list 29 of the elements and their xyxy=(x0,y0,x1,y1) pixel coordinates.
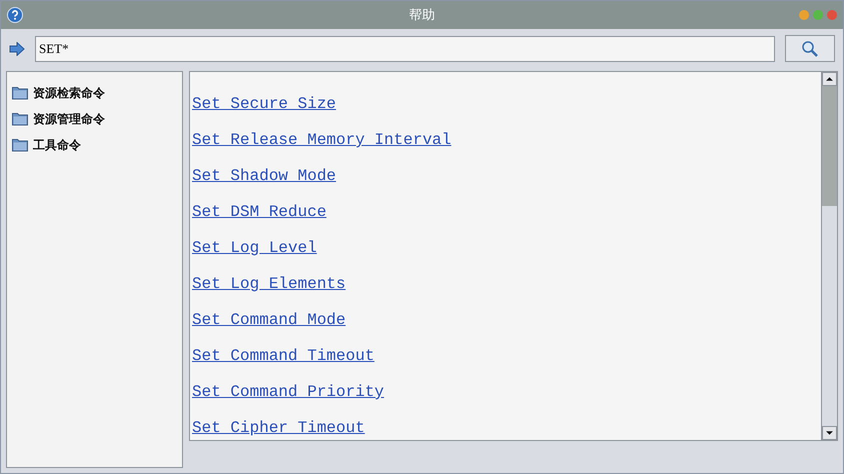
command-link[interactable]: Set Secure Size xyxy=(192,92,336,116)
folder-icon xyxy=(12,112,28,126)
command-link[interactable]: Set Log Elements xyxy=(192,272,346,296)
tree-item[interactable]: 工具命令 xyxy=(33,136,81,154)
scroll-up-icon[interactable] xyxy=(822,72,837,86)
command-link[interactable]: Set Log Level xyxy=(192,236,317,260)
scrollbar[interactable] xyxy=(821,72,837,440)
command-link[interactable]: Set Command Priority xyxy=(192,380,384,404)
search-field[interactable]: SET* xyxy=(35,36,775,62)
scroll-down-icon[interactable] xyxy=(822,426,837,440)
folder-icon xyxy=(12,138,28,152)
command-link[interactable]: Set Command Mode xyxy=(192,308,346,332)
command-link[interactable]: Set Shadow Mode xyxy=(192,164,336,188)
tree-item[interactable]: 资源管理命令 xyxy=(33,110,105,128)
help-icon[interactable] xyxy=(7,7,23,24)
scroll-thumb[interactable] xyxy=(822,86,837,206)
arrow-icon xyxy=(9,42,25,56)
maximize-button[interactable] xyxy=(813,10,823,20)
search-icon xyxy=(801,40,819,58)
command-link[interactable]: Set Cipher Timeout xyxy=(192,416,365,440)
command-link[interactable]: Set Release Memory Interval xyxy=(192,128,452,152)
search-button[interactable] xyxy=(785,35,835,62)
command-link[interactable]: Set DSM Reduce xyxy=(192,200,326,224)
command-link[interactable]: Set Command Timeout xyxy=(192,344,374,368)
close-button[interactable] xyxy=(827,10,837,20)
window-title: 帮助 xyxy=(409,7,435,24)
minimize-button[interactable] xyxy=(799,10,809,20)
folder-icon xyxy=(12,86,28,100)
tree-item[interactable]: 资源检索命令 xyxy=(33,84,105,102)
